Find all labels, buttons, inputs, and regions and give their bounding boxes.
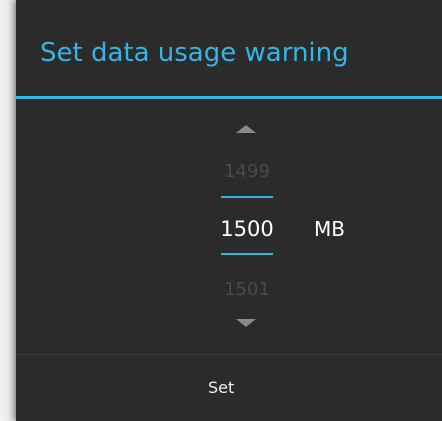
unit-label: MB <box>314 217 345 241</box>
dialog-title: Set data usage warning <box>40 38 349 68</box>
title-divider <box>16 96 442 99</box>
picker-next-value[interactable]: 1501 <box>202 278 292 302</box>
arrow-up-icon[interactable] <box>236 125 256 133</box>
arrow-down-icon[interactable] <box>236 319 256 327</box>
picker-previous-value[interactable]: 1499 <box>202 160 292 184</box>
number-picker[interactable]: 1499 1500 1501 <box>202 108 292 348</box>
selection-line-bottom <box>221 253 273 255</box>
picker-current-value[interactable]: 1500 <box>202 215 292 243</box>
set-button-label: Set <box>208 378 235 397</box>
selection-line-top <box>221 196 273 198</box>
